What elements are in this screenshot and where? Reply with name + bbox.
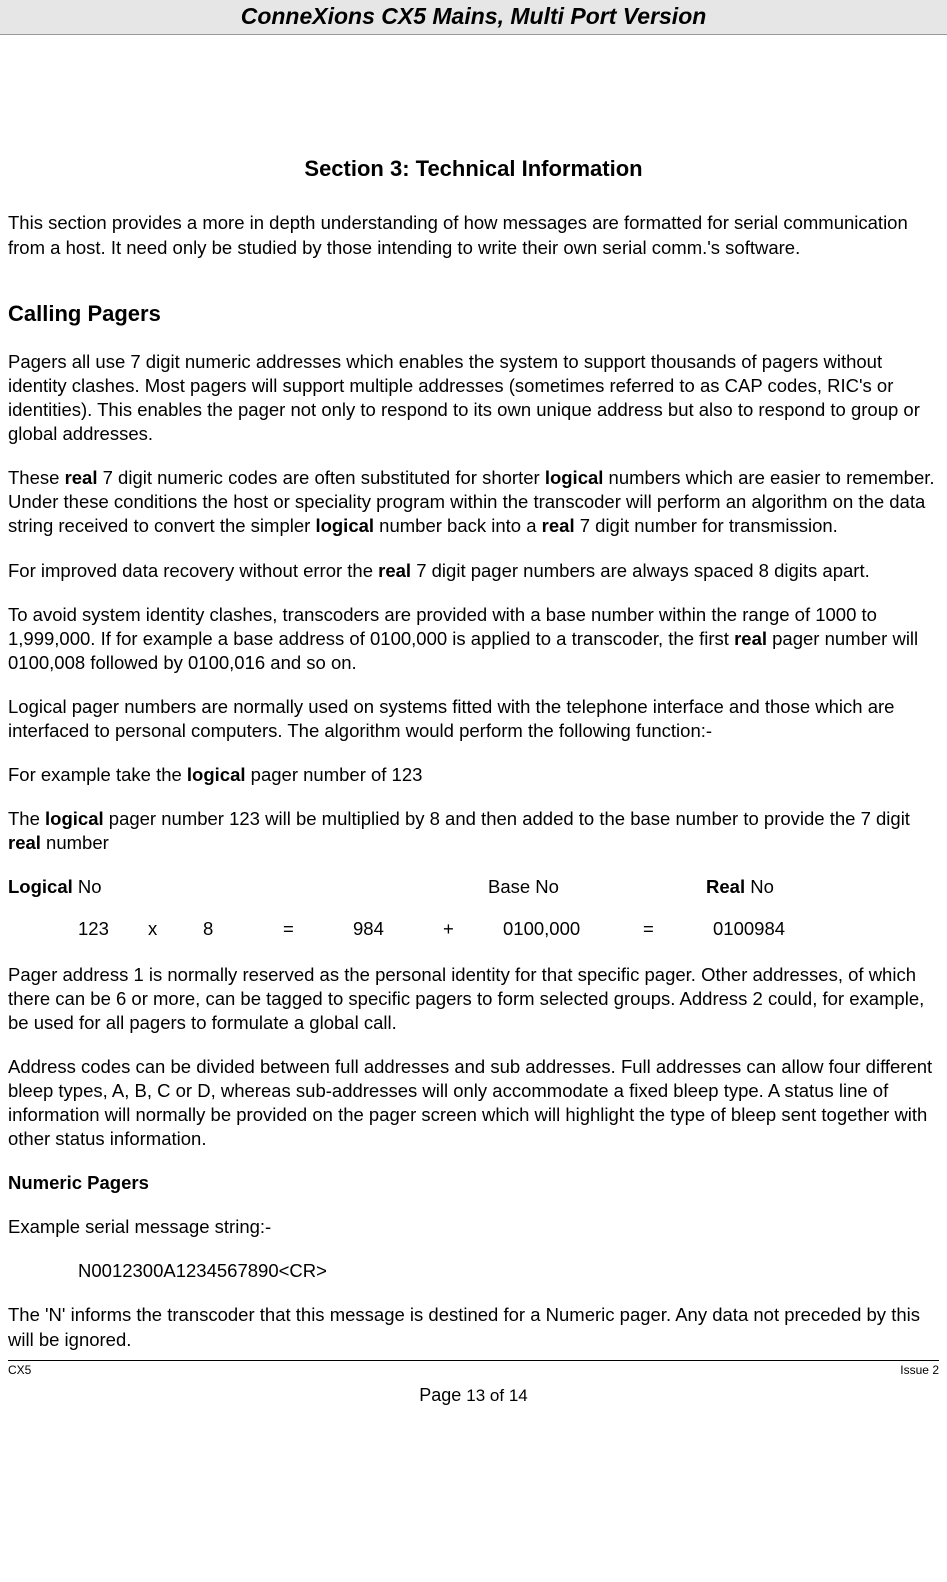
calc-v7: 0100,000 — [503, 917, 643, 941]
text: 7 digit pager numbers are always spaced … — [411, 560, 870, 581]
bold-text: logical — [45, 808, 104, 829]
calc-op-eq1: = — [283, 917, 353, 941]
bold-text: real — [734, 628, 767, 649]
calling-p1: Pagers all use 7 digit numeric addresses… — [8, 350, 939, 446]
calc-value-row: 123 x 8 = 984 + 0100,000 = 0100984 — [8, 917, 939, 941]
text: 7 digit number for transmission. — [575, 515, 838, 536]
document-header: ConneXions CX5 Mains, Multi Port Version — [0, 0, 947, 35]
calc-header-real: Real No — [706, 875, 939, 899]
calling-p5: Logical pager numbers are normally used … — [8, 695, 939, 743]
calling-p6: For example take the logical pager numbe… — [8, 763, 939, 787]
calling-p7: The logical pager number 123 will be mul… — [8, 807, 939, 855]
bold-text: real — [65, 467, 98, 488]
bold-text: Real — [706, 876, 745, 897]
page-value: 13 of 14 — [466, 1386, 527, 1405]
numeric-pagers-heading: Numeric Pagers — [8, 1171, 939, 1195]
calc-header-base: Base No — [488, 875, 706, 899]
calc-v3: 8 — [203, 917, 283, 941]
numeric-p1: Example serial message string:- — [8, 1215, 939, 1239]
text: For example take the — [8, 764, 187, 785]
text: The — [8, 808, 45, 829]
bold-text: logical — [315, 515, 374, 536]
text: pager number of 123 — [246, 764, 423, 785]
text: pager number 123 will be multiplied by 8… — [104, 808, 910, 829]
calc-v1: 123 — [8, 917, 148, 941]
calc-op-plus: + — [443, 917, 503, 941]
calling-p3: For improved data recovery without error… — [8, 559, 939, 583]
after-p2: Address codes can be divided between ful… — [8, 1055, 939, 1151]
bold-text: real — [8, 832, 41, 853]
footer-left: CX5 — [8, 1363, 31, 1379]
numeric-code: N0012300A1234567890<CR> — [8, 1259, 939, 1283]
calling-pagers-heading: Calling Pagers — [8, 300, 939, 329]
calc-header-row: Logical No Base No Real No — [8, 875, 939, 899]
section-title: Section 3: Technical Information — [8, 155, 939, 184]
intro-paragraph: This section provides a more in depth un… — [8, 211, 939, 259]
calc-header-logical: Logical No — [8, 875, 488, 899]
header-title: ConneXions CX5 Mains, Multi Port Version — [241, 3, 707, 29]
bold-text: real — [378, 560, 411, 581]
numeric-p2: The 'N' informs the transcoder that this… — [8, 1303, 939, 1351]
bold-text: logical — [545, 467, 604, 488]
text: number — [41, 832, 109, 853]
calc-op-eq2: = — [643, 917, 713, 941]
page-label: Page — [419, 1385, 466, 1405]
bold-text: logical — [187, 764, 246, 785]
text: number back into a — [374, 515, 542, 536]
calling-p4: To avoid system identity clashes, transc… — [8, 603, 939, 675]
text: 7 digit numeric codes are often substitu… — [97, 467, 544, 488]
calc-v5: 984 — [353, 917, 443, 941]
footer-row: CX5 Issue 2 — [0, 1361, 947, 1379]
page-number: Page 13 of 14 — [0, 1378, 947, 1419]
text: No — [73, 876, 102, 897]
calc-op-x: x — [148, 917, 203, 941]
calling-p2: These real 7 digit numeric codes are oft… — [8, 466, 939, 538]
text: For improved data recovery without error… — [8, 560, 378, 581]
text: These — [8, 467, 65, 488]
after-p1: Pager address 1 is normally reserved as … — [8, 963, 939, 1035]
calc-v9: 0100984 — [713, 917, 853, 941]
page-content: Section 3: Technical Information This se… — [0, 155, 947, 1352]
footer-right: Issue 2 — [900, 1363, 939, 1379]
bold-text: Logical — [8, 876, 73, 897]
bold-text: real — [542, 515, 575, 536]
text: No — [745, 876, 774, 897]
